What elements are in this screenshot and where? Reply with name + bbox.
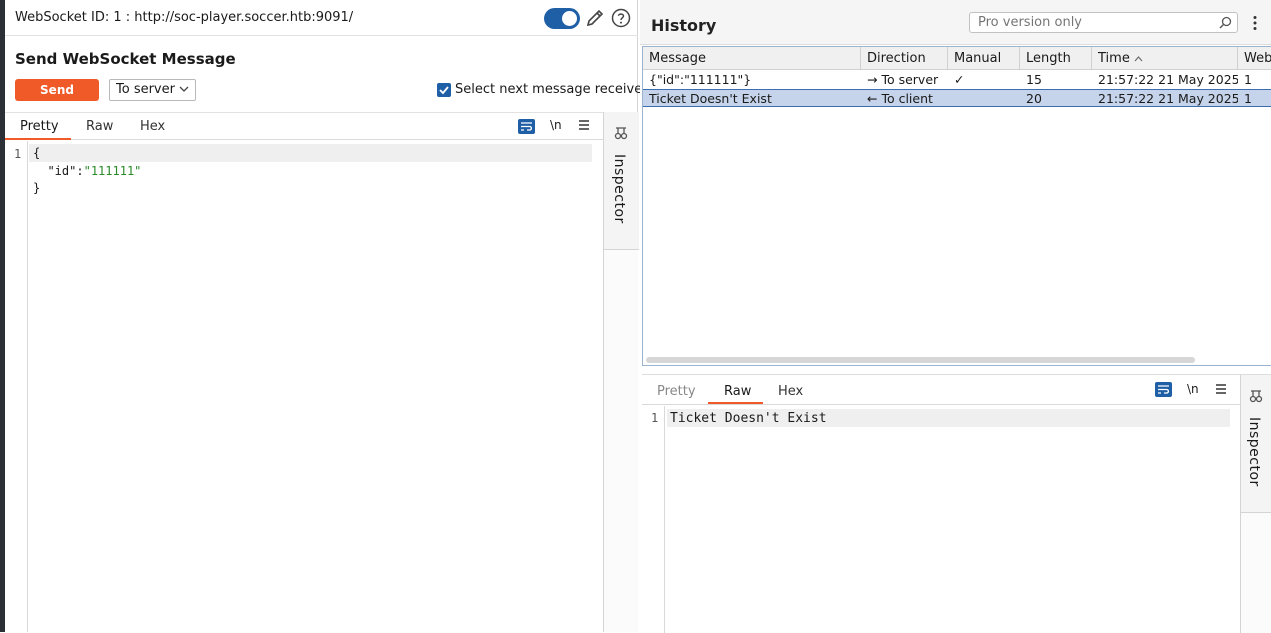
cell-length: 15 <box>1026 72 1042 87</box>
horizontal-scrollbar[interactable] <box>646 357 1195 363</box>
tab-hex[interactable]: Hex <box>140 119 165 134</box>
column-header-message[interactable]: Message <box>643 47 861 70</box>
websocket-repeater: WebSocket ID: 1 : http://soc-player.socc… <box>0 0 1271 633</box>
active-tab-indicator <box>5 138 71 140</box>
send-button[interactable]: Send <box>15 79 99 101</box>
sort-ascending-icon <box>1134 55 1143 61</box>
send-title: Send WebSocket Message <box>15 50 236 68</box>
inspector-sidebar: Inspector <box>1240 375 1271 633</box>
json-value: "111111" <box>83 163 142 178</box>
inspector-tab[interactable]: Inspector <box>604 112 639 250</box>
inspector-label: Inspector <box>611 154 627 224</box>
code-line: } <box>33 181 41 195</box>
viewer-text: Ticket Doesn't Exist <box>670 411 827 426</box>
menu-icon[interactable] <box>578 119 590 131</box>
select-next-label: Select next message received <box>455 82 651 97</box>
cell-message: {"id":"111111"} <box>649 72 752 87</box>
websocket-id-label: WebSocket ID: 1 : http://soc-player.socc… <box>15 10 354 25</box>
column-header-manual[interactable]: Manual <box>948 47 1020 70</box>
line-gutter: 1 <box>5 141 28 632</box>
inspector-tab[interactable]: Inspector <box>1241 375 1271 513</box>
cell-time: 21:57:22 21 May 2025 <box>1098 72 1238 87</box>
json-key: "id" <box>47 163 77 178</box>
column-header-web[interactable]: Web <box>1238 47 1271 70</box>
history-header: History <box>640 0 1271 45</box>
search-icon <box>1219 16 1232 29</box>
pencil-icon[interactable] <box>585 8 605 28</box>
viewer-content[interactable]: 1 Ticket Doesn't Exist <box>642 406 1240 633</box>
word-wrap-icon[interactable] <box>518 119 535 134</box>
history-title: History <box>651 16 717 35</box>
inspector-label: Inspector <box>1246 417 1262 487</box>
active-tab-indicator <box>708 402 763 404</box>
history-search[interactable] <box>969 12 1238 33</box>
column-header-length[interactable]: Length <box>1020 47 1092 70</box>
newline-toggle[interactable]: \n <box>1187 382 1199 396</box>
table-row[interactable]: {"id":"111111"} → To server ✓ 15 21:57:2… <box>643 71 1271 89</box>
json-colon: : <box>76 163 84 178</box>
message-viewer: Pretty Raw Hex \n 1 Ticket Doesn't Exist <box>642 374 1271 633</box>
more-options-icon[interactable] <box>1253 15 1257 31</box>
cell-web: 1 <box>1244 91 1252 106</box>
history-panel: History Message Direction Manual Length … <box>640 0 1271 633</box>
column-header-direction[interactable]: Direction <box>861 47 948 70</box>
tab-raw[interactable]: Raw <box>724 384 751 399</box>
inspector-sidebar: Inspector <box>603 112 639 632</box>
menu-icon[interactable] <box>1215 383 1227 395</box>
newline-toggle[interactable]: \n <box>550 118 562 132</box>
cell-direction: → To server <box>867 72 939 87</box>
table-row-selected[interactable]: Ticket Doesn't Exist ← To client 20 21:5… <box>643 89 1271 107</box>
code-content: { "id":"111111" } <box>33 145 141 198</box>
toggle-knob <box>562 11 577 26</box>
cell-manual: ✓ <box>954 72 965 87</box>
select-next-checkbox[interactable] <box>437 83 451 97</box>
code-line: { <box>33 146 41 160</box>
direction-select[interactable]: To server <box>109 79 196 101</box>
column-header-time[interactable]: Time <box>1092 47 1238 70</box>
help-icon[interactable] <box>611 8 631 28</box>
check-icon <box>439 86 449 95</box>
direction-value: To server <box>116 82 175 97</box>
line-gutter: 1 <box>642 406 665 633</box>
cell-length: 20 <box>1026 91 1042 106</box>
cell-manual <box>948 90 1020 108</box>
time-header-label: Time <box>1098 51 1130 66</box>
inspector-icon <box>1249 390 1263 403</box>
message-editor[interactable]: 1 { "id":"111111" } <box>5 141 603 632</box>
inspector-icon <box>614 127 628 140</box>
history-table: Message Direction Manual Length Time Web… <box>642 46 1271 366</box>
tab-pretty[interactable]: Pretty <box>657 384 696 399</box>
tab-pretty[interactable]: Pretty <box>20 119 59 134</box>
tab-raw[interactable]: Raw <box>86 119 113 134</box>
cell-direction: ← To client <box>867 91 933 106</box>
line-number: 1 <box>14 147 22 161</box>
word-wrap-icon[interactable] <box>1155 382 1172 397</box>
cell-message: Ticket Doesn't Exist <box>649 91 772 106</box>
viewer-tabs: Pretty Raw Hex \n <box>642 375 1240 405</box>
cell-web: 1 <box>1244 72 1252 87</box>
editor-tabs: Pretty Raw Hex \n <box>5 112 603 140</box>
tab-hex[interactable]: Hex <box>778 384 803 399</box>
code-line: "id":"111111" <box>33 163 141 181</box>
search-input[interactable] <box>970 13 1210 32</box>
cell-time: 21:57:22 21 May 2025 <box>1098 91 1238 106</box>
send-panel: WebSocket ID: 1 : http://soc-player.socc… <box>5 0 650 632</box>
table-header: Message Direction Manual Length Time Web <box>643 47 1271 70</box>
intercept-toggle[interactable] <box>544 8 580 29</box>
chevron-down-icon <box>179 86 189 92</box>
ws-header: WebSocket ID: 1 : http://soc-player.socc… <box>5 0 638 36</box>
line-number: 1 <box>651 411 659 425</box>
